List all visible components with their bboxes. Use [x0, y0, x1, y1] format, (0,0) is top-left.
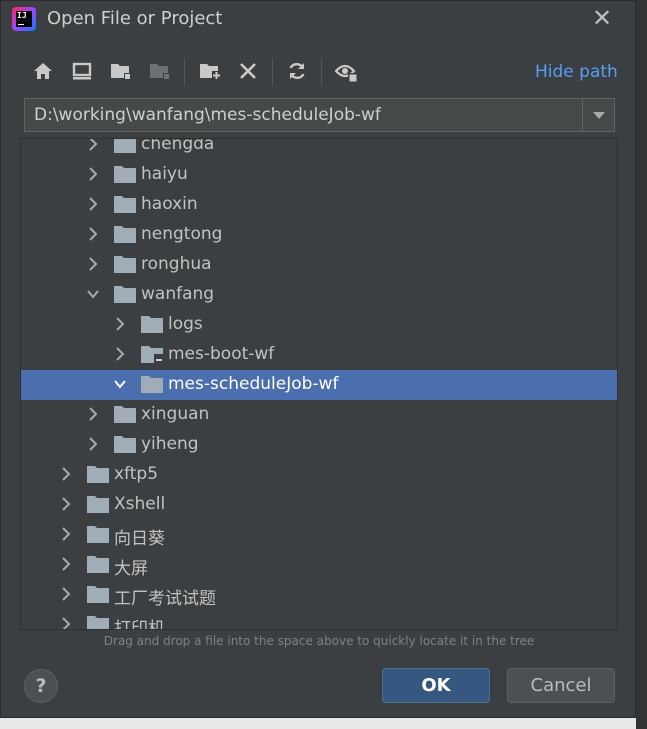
tree-item-label: xinguan: [141, 404, 210, 424]
chevron-down-icon[interactable]: [582, 99, 615, 131]
chevron-right-icon[interactable]: [113, 347, 127, 361]
home-icon[interactable]: [29, 56, 57, 88]
module-folder-icon[interactable]: [146, 56, 174, 88]
folder-icon: [114, 436, 136, 453]
tree-row[interactable]: xinguan: [21, 400, 617, 430]
new-folder-icon[interactable]: [196, 56, 224, 88]
tree-item-label: mes-scheduleJob-wf: [168, 374, 339, 394]
file-tree[interactable]: chengda haiyu haoxin nengtong ronghua wanfang…: [20, 138, 618, 630]
toolbar-separator: [321, 58, 322, 86]
drag-drop-hint: Drag and drop a file into the space abov…: [103, 634, 535, 648]
folder-icon: [114, 196, 136, 213]
tree-row[interactable]: mes-scheduleJob-wf: [21, 370, 617, 400]
tree-item-label: xftp5: [114, 464, 159, 484]
toolbar-separator: [272, 58, 273, 86]
path-combobox: [24, 98, 615, 132]
tree-item-label: haoxin: [141, 194, 198, 214]
tree-row[interactable]: mes-boot-wf: [21, 340, 617, 370]
refresh-icon[interactable]: [283, 56, 311, 88]
chevron-right-icon[interactable]: [59, 527, 73, 541]
intellij-logo-icon: IJ: [12, 7, 36, 31]
tree-row[interactable]: wanfang: [21, 280, 617, 310]
folder-icon: [141, 346, 163, 363]
delete-icon[interactable]: [234, 56, 262, 88]
title-bar: IJ Open File or Project ✕: [1, 1, 635, 38]
tree-row[interactable]: chengda: [21, 138, 617, 160]
tree-row[interactable]: 向日葵: [21, 520, 617, 550]
folder-icon: [87, 586, 109, 603]
folder-icon: [87, 466, 109, 483]
tree-item-label: haiyu: [141, 164, 188, 184]
chevron-right-icon[interactable]: [86, 407, 100, 421]
project-folder-icon[interactable]: [107, 56, 135, 88]
folder-icon: [141, 376, 163, 393]
folder-icon: [114, 286, 136, 303]
tree-item-label: chengda: [141, 138, 215, 154]
tree-item-label: yiheng: [141, 434, 199, 454]
tree-row[interactable]: Xshell: [21, 490, 617, 520]
tree-row[interactable]: haoxin: [21, 190, 617, 220]
chevron-right-icon[interactable]: [86, 437, 100, 451]
tree-item-label: mes-boot-wf: [168, 344, 275, 364]
tree-row[interactable]: logs: [21, 310, 617, 340]
tree-row[interactable]: 大屏: [21, 550, 617, 580]
chevron-right-icon[interactable]: [113, 317, 127, 331]
tree-item-label: nengtong: [141, 224, 223, 244]
chevron-right-icon[interactable]: [59, 497, 73, 511]
folder-icon: [141, 316, 163, 333]
help-button[interactable]: ?: [24, 669, 58, 703]
folder-icon: [114, 226, 136, 243]
background-strip: [636, 0, 647, 729]
path-input[interactable]: [25, 99, 581, 131]
folder-icon: [87, 496, 109, 513]
hide-path-link[interactable]: Hide path: [535, 62, 618, 82]
show-hidden-icon[interactable]: [333, 56, 361, 88]
chevron-down-icon[interactable]: [86, 287, 100, 301]
chevron-right-icon[interactable]: [86, 197, 100, 211]
ok-button[interactable]: OK: [382, 668, 490, 703]
chevron-down-icon[interactable]: [113, 377, 127, 391]
folder-icon: [114, 166, 136, 183]
folder-icon: [87, 556, 109, 573]
tree-row[interactable]: nengtong: [21, 220, 617, 250]
tree-row[interactable]: ronghua: [21, 250, 617, 280]
chevron-right-icon[interactable]: [59, 617, 73, 629]
tree-row[interactable]: yiheng: [21, 430, 617, 460]
cancel-button[interactable]: Cancel: [507, 668, 615, 703]
tree-item-label: logs: [168, 314, 203, 334]
folder-icon: [87, 526, 109, 543]
open-file-dialog: IJ Open File or Project ✕ Hide path D:\w…: [0, 0, 636, 718]
close-icon[interactable]: ✕: [589, 5, 615, 31]
folder-icon: [114, 406, 136, 423]
tree-item-label: Xshell: [114, 494, 166, 514]
chevron-right-icon[interactable]: [59, 557, 73, 571]
tree-item-label: 工厂考试试题: [114, 589, 216, 609]
chevron-right-icon[interactable]: [59, 587, 73, 601]
toolbar-separator: [184, 58, 185, 86]
tree-item-label: ronghua: [141, 254, 212, 274]
chevron-right-icon[interactable]: [86, 257, 100, 271]
chevron-right-icon[interactable]: [86, 227, 100, 241]
tree-row[interactable]: 打印机: [21, 610, 617, 630]
chevron-right-icon[interactable]: [86, 167, 100, 181]
tree-item-label: 打印机: [114, 619, 165, 630]
desktop-icon[interactable]: [68, 56, 96, 88]
chevron-right-icon[interactable]: [86, 139, 100, 151]
folder-icon: [114, 139, 136, 153]
dialog-title: Open File or Project: [47, 8, 223, 29]
chevron-right-icon[interactable]: [59, 467, 73, 481]
folder-icon: [87, 616, 109, 629]
folder-icon: [114, 256, 136, 273]
tree-item-label: wanfang: [141, 284, 215, 304]
tree-row[interactable]: xftp5: [21, 460, 617, 490]
tree-row[interactable]: 工厂考试试题: [21, 580, 617, 610]
tree-item-label: 大屏: [114, 559, 148, 579]
tree-item-label: 向日葵: [114, 529, 165, 549]
tree-row[interactable]: haiyu: [21, 160, 617, 190]
